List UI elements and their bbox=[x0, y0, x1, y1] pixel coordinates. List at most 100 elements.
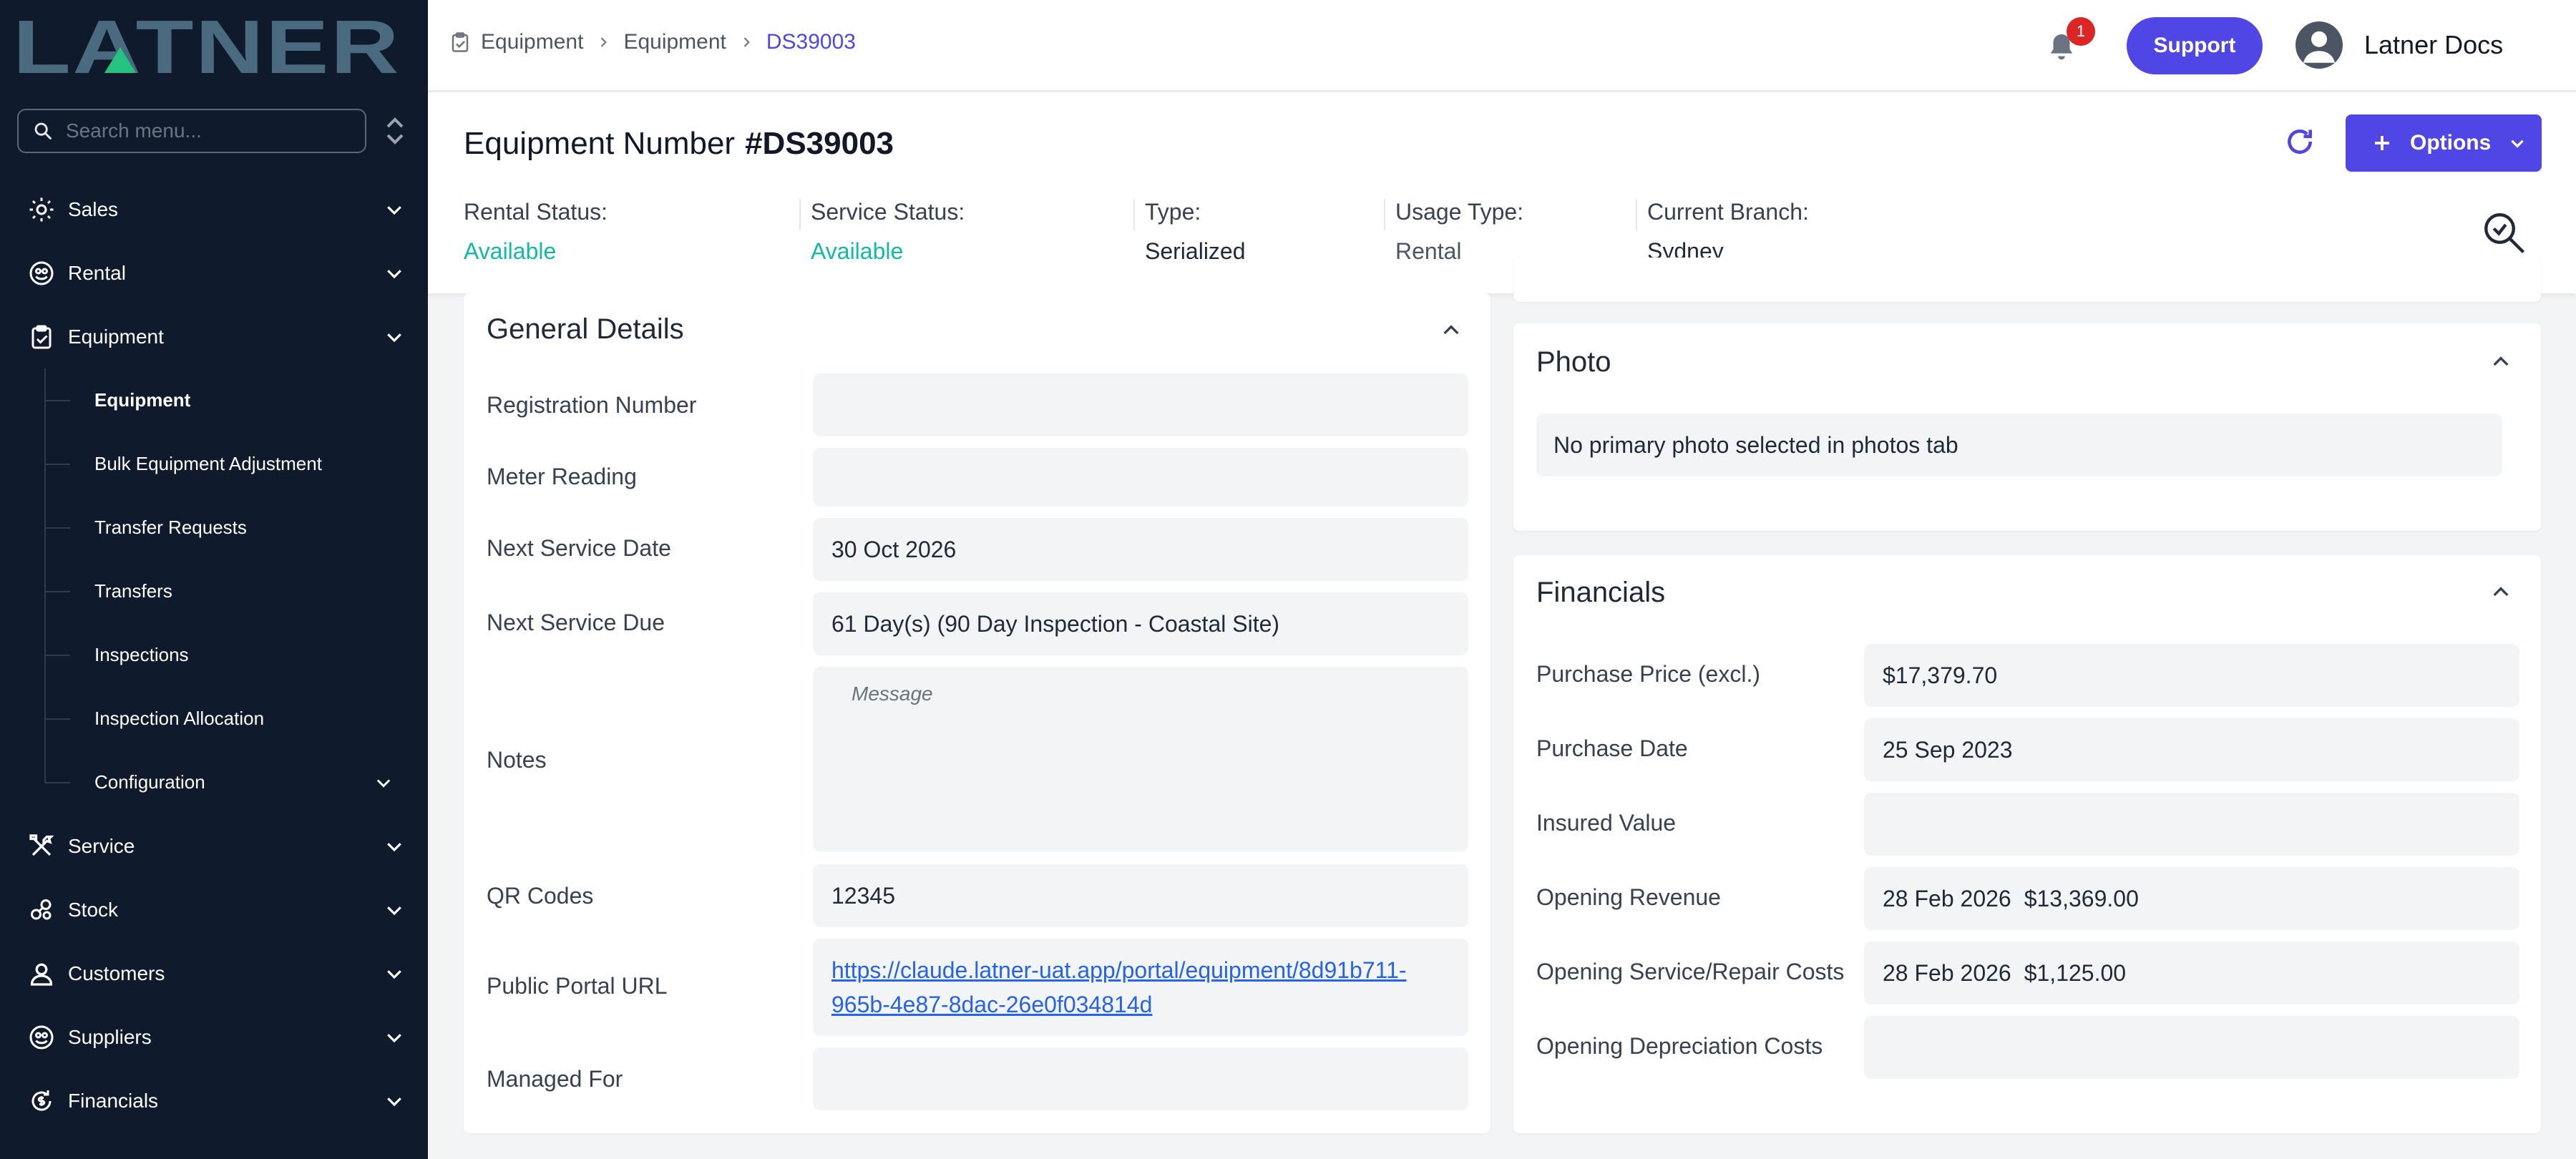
sidebar-item-rental[interactable]: Rental bbox=[0, 241, 428, 305]
chevron-down-icon bbox=[387, 333, 401, 342]
breadcrumb-item-equipment-list[interactable]: Equipment bbox=[623, 30, 726, 54]
field-label: Registration Number bbox=[487, 392, 697, 418]
purchase-price-field[interactable]: $17,379.70 bbox=[1864, 644, 2519, 707]
sidebar-item-financials[interactable]: Financials bbox=[0, 1069, 428, 1133]
notes-textarea[interactable] bbox=[813, 667, 1468, 851]
sidebar-item-stock[interactable]: Stock bbox=[0, 878, 428, 942]
search-check-icon[interactable] bbox=[2480, 209, 2527, 256]
sidebar-subitem-equipment[interactable]: Equipment bbox=[0, 368, 428, 432]
insured-value-row: Insured Value bbox=[1513, 793, 2541, 856]
financials-icon bbox=[27, 1087, 56, 1115]
sidebar-subitem-inspections[interactable]: Inspections bbox=[0, 623, 428, 687]
field-label: QR Codes bbox=[487, 883, 594, 909]
photo-card: Photo No primary photo selected in photo… bbox=[1513, 323, 2541, 531]
chevron-right-icon bbox=[601, 37, 608, 47]
sidebar-subitem-bulk-equipment-adjustment[interactable]: Bulk Equipment Adjustment bbox=[0, 432, 428, 496]
top-bar: Equipment Equipment DS39003 1 Support La… bbox=[428, 0, 2576, 92]
sidebar-item-label: Stock bbox=[68, 898, 119, 921]
chevron-down-icon bbox=[387, 269, 401, 278]
sidebar-item-sales[interactable]: Sales bbox=[0, 177, 428, 241]
user-name[interactable]: Latner Docs bbox=[2364, 30, 2503, 60]
insured-value-field[interactable] bbox=[1864, 793, 2519, 856]
sidebar-item-label: Suppliers bbox=[68, 1025, 152, 1048]
avatar[interactable] bbox=[2296, 21, 2343, 69]
breadcrumb-current: DS39003 bbox=[766, 30, 856, 54]
rental-status: Rental Status: Available bbox=[464, 199, 811, 264]
type-status: Type: Serialized bbox=[1133, 199, 1395, 264]
status-value: Available bbox=[464, 238, 557, 264]
meter-reading-field[interactable] bbox=[813, 448, 1468, 507]
collapsed-card-above bbox=[1513, 258, 2541, 302]
status-label: Usage Type: bbox=[1395, 199, 1524, 225]
sidebar-item-label: Service bbox=[68, 834, 135, 857]
plus-icon bbox=[2375, 136, 2389, 150]
sidebar-subitem-configuration[interactable]: Configuration bbox=[0, 750, 428, 814]
next-service-date-field[interactable]: 30 Oct 2026 bbox=[813, 518, 1468, 581]
managed-for-field[interactable] bbox=[813, 1047, 1468, 1110]
general-details-card: General Details Registration Number Mete… bbox=[464, 293, 1491, 1133]
page-title: Equipment Number #DS39003 bbox=[464, 126, 894, 162]
subitem-label: Bulk Equipment Adjustment bbox=[94, 453, 322, 474]
notification-badge: 1 bbox=[2067, 17, 2095, 46]
chevron-up-icon[interactable] bbox=[2489, 351, 2512, 373]
field-label: Next Service Due bbox=[487, 610, 665, 635]
sidebar: LATNER Sales Rental bbox=[0, 0, 428, 1159]
purchase-date-field[interactable]: 25 Sep 2023 bbox=[1864, 718, 2519, 781]
rental-icon bbox=[27, 259, 56, 288]
sidebar-search[interactable] bbox=[17, 109, 366, 153]
opening-service-costs-field[interactable]: 28 Feb 2026 $1,125.00 bbox=[1864, 942, 2519, 1004]
latner-logo[interactable]: LATNER bbox=[13, 16, 401, 76]
subitem-label: Configuration bbox=[94, 771, 205, 793]
chevron-right-icon bbox=[743, 37, 750, 47]
title-label: Equipment Number bbox=[464, 126, 736, 161]
opening-depreciation-field[interactable] bbox=[1864, 1016, 2519, 1079]
sidebar-item-label: Sales bbox=[68, 197, 119, 220]
service-status: Service Status: Available bbox=[799, 199, 1145, 264]
sidebar-item-service[interactable]: Service bbox=[0, 814, 428, 878]
sidebar-subitem-inspection-allocation[interactable]: Inspection Allocation bbox=[0, 687, 428, 750]
status-label: Service Status: bbox=[811, 199, 965, 225]
breadcrumb: Equipment Equipment DS39003 bbox=[449, 30, 856, 54]
chevron-up-icon[interactable] bbox=[2489, 581, 2512, 604]
subitem-label: Inspections bbox=[94, 644, 189, 665]
field-label: Purchase Price (excl.) bbox=[1536, 661, 1760, 687]
sales-sun-icon bbox=[27, 195, 56, 224]
opening-revenue-field[interactable]: 28 Feb 2026 $13,369.00 bbox=[1864, 867, 2519, 930]
purchase-date-row: Purchase Date 25 Sep 2023 bbox=[1513, 718, 2541, 781]
search-input[interactable] bbox=[66, 119, 352, 142]
current-branch-status: Current Branch: Sydney bbox=[1636, 199, 1862, 264]
chevron-up-icon[interactable] bbox=[1440, 319, 1463, 342]
chevron-down-icon bbox=[387, 906, 401, 915]
status-label: Current Branch: bbox=[1647, 199, 1809, 225]
refresh-icon[interactable] bbox=[2284, 126, 2316, 157]
sidebar-subitem-transfer-requests[interactable]: Transfer Requests bbox=[0, 496, 428, 559]
qr-codes-field[interactable]: 12345 bbox=[813, 864, 1468, 927]
sidebar-item-customers[interactable]: Customers bbox=[0, 942, 428, 1005]
next-service-due-field[interactable]: 61 Day(s) (90 Day Inspection - Coastal S… bbox=[813, 592, 1468, 655]
card-title: Financials bbox=[1536, 577, 1666, 608]
opening-service-costs-amount: $1,125.00 bbox=[2024, 959, 2127, 986]
registration-number-row: Registration Number bbox=[464, 373, 1491, 438]
breadcrumb-item-equipment[interactable]: Equipment bbox=[481, 30, 583, 54]
public-portal-url-field: https://claude.latner-uat.app/portal/equ… bbox=[813, 939, 1468, 1036]
field-label: Purchase Date bbox=[1536, 735, 1688, 761]
opening-depreciation-row: Opening Depreciation Costs bbox=[1513, 1016, 2541, 1079]
sidebar-nav: Sales Rental Equipment Equipment Bulk Eq… bbox=[0, 177, 428, 1133]
sidebar-item-label: Customers bbox=[68, 962, 165, 984]
sidebar-item-suppliers[interactable]: Suppliers bbox=[0, 1005, 428, 1069]
sidebar-item-equipment[interactable]: Equipment bbox=[0, 305, 428, 368]
chevron-down-icon bbox=[387, 842, 401, 851]
chevron-down-icon bbox=[387, 1033, 401, 1042]
registration-number-field[interactable] bbox=[813, 373, 1468, 436]
support-button[interactable]: Support bbox=[2127, 17, 2263, 74]
purchase-price-row: Purchase Price (excl.) $17,379.70 bbox=[1513, 644, 2541, 707]
sidebar-item-label: Equipment bbox=[68, 325, 164, 348]
public-portal-url-link[interactable]: https://claude.latner-uat.app/portal/equ… bbox=[831, 953, 1440, 1022]
field-label: Next Service Date bbox=[487, 535, 671, 561]
sidebar-subitem-transfers[interactable]: Transfers bbox=[0, 559, 428, 623]
field-label: Insured Value bbox=[1536, 810, 1677, 836]
financials-card: Financials Purchase Price (excl.) $17,37… bbox=[1513, 555, 2541, 1133]
field-label: Public Portal URL bbox=[487, 973, 668, 999]
options-button[interactable]: Options bbox=[2346, 114, 2542, 172]
collapse-menu-button[interactable] bbox=[384, 114, 406, 147]
